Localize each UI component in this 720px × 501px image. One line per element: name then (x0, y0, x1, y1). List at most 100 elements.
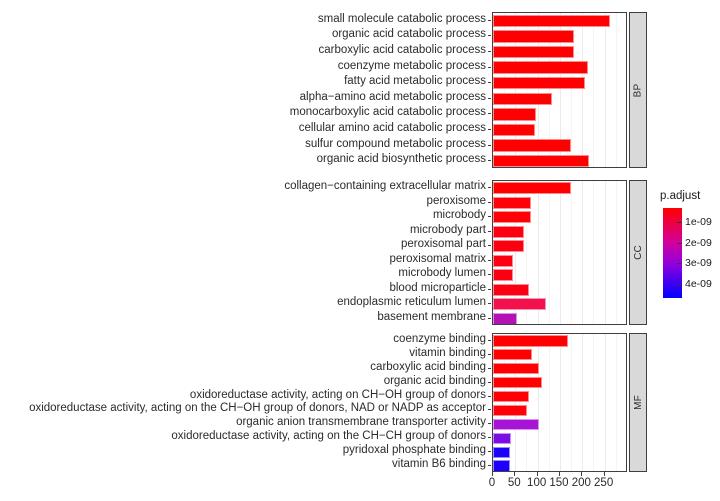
y-axis-tick (488, 381, 491, 383)
bar[interactable] (493, 139, 572, 152)
bar-row (493, 29, 626, 45)
bar[interactable] (493, 240, 525, 253)
bar[interactable] (493, 418, 539, 430)
x-axis-tick (581, 472, 583, 476)
y-axis-category-label: coenzyme metabolic process (337, 59, 486, 72)
facet-panel-mf (492, 333, 627, 472)
y-axis-category-label: cellular amino acid catabolic process (298, 122, 486, 134)
bar[interactable] (493, 30, 575, 43)
facet-panel-cc (492, 180, 627, 325)
y-axis-tick (488, 353, 491, 355)
y-axis-category-label: oxidoreductase activity, acting on the C… (29, 402, 486, 415)
legend-tick-label: 3e-09 (685, 257, 712, 270)
y-axis-tick (488, 367, 491, 369)
y-axis-tick (488, 465, 491, 467)
x-axis-tick-label: 200 (571, 477, 591, 489)
legend-title: p.adjust (660, 190, 701, 202)
bar[interactable] (493, 92, 552, 106)
y-axis-category-label: collagen−containing extracellular matrix (284, 180, 486, 193)
bar-row (493, 459, 626, 471)
x-axis: 0 50 100 150 200 250 (0, 472, 720, 501)
bar[interactable] (493, 446, 510, 458)
x-axis-tick-label: 50 (507, 477, 521, 489)
y-axis-category-label: oxidoreductase activity, acting on the C… (171, 430, 486, 443)
y-axis-category-label: small molecule catabolic process (317, 12, 486, 25)
bar-row (493, 122, 626, 138)
legend-tick-label: 4e-09 (685, 277, 712, 290)
y-axis-category-label: endoplasmic reticulum lumen (337, 296, 486, 309)
bar[interactable] (493, 349, 533, 361)
y-axis-tick (488, 201, 491, 203)
x-axis-tick (558, 472, 560, 476)
legend-tick (677, 283, 682, 285)
bar[interactable] (493, 182, 572, 195)
bar[interactable] (493, 432, 511, 444)
bar[interactable] (493, 45, 575, 59)
y-axis-tick (488, 19, 491, 21)
y-axis-category-label: sulfur compound metabolic process (305, 137, 486, 150)
chart-root: small molecule catabolic process organic … (0, 0, 720, 501)
legend-p-adjust: p.adjust 1e-09 2e-09 3e-09 4e-09 (655, 190, 720, 310)
bar-row (493, 445, 626, 459)
bar[interactable] (493, 196, 531, 209)
legend-tick-label: 2e-09 (685, 236, 712, 249)
bar-series (493, 181, 626, 324)
bar[interactable] (493, 363, 539, 375)
bar[interactable] (493, 312, 518, 324)
bar[interactable] (493, 390, 529, 403)
bar-row (493, 283, 626, 298)
bar-row (493, 390, 626, 404)
bar[interactable] (493, 123, 535, 137)
bar[interactable] (493, 211, 531, 224)
x-axis-tick-label: 150 (549, 477, 569, 489)
bar-row (493, 254, 626, 269)
facet-strip-label: MF (632, 395, 644, 410)
y-axis-category-label: organic acid binding (383, 374, 486, 387)
bar-row (493, 153, 626, 167)
y-axis-tick (488, 51, 491, 52)
facet-strip-mf: MF (629, 333, 647, 472)
bar[interactable] (493, 404, 527, 417)
y-axis-tick (488, 216, 491, 218)
y-axis-tick (488, 259, 491, 261)
bar[interactable] (493, 154, 589, 167)
bar-row (493, 417, 626, 431)
bar-row (493, 268, 626, 283)
bar[interactable] (493, 335, 568, 347)
y-axis-category-label: peroxisomal part (400, 238, 486, 251)
bar[interactable] (493, 76, 585, 90)
y-axis-category-label: microbody (432, 209, 486, 222)
bar[interactable] (493, 269, 514, 282)
bar-row (493, 13, 626, 29)
bar[interactable] (493, 254, 514, 267)
y-axis-tick (488, 395, 491, 397)
bar[interactable] (493, 460, 510, 471)
y-axis-category-label: peroxisomal matrix (389, 252, 487, 265)
bar[interactable] (493, 108, 536, 121)
bar-row (493, 297, 626, 312)
facet-strip-bp: BP (629, 12, 647, 168)
bar-row (493, 107, 626, 123)
y-axis-tick (488, 230, 491, 232)
y-axis-category-label: organic anion transmembrane transporter … (236, 416, 486, 429)
bar[interactable] (493, 225, 524, 238)
y-axis-category-label: alpha−amino acid metabolic process (299, 90, 486, 103)
bar[interactable] (493, 61, 588, 74)
y-axis-category-label: microbody part (409, 223, 486, 236)
y-axis-category-label: vitamin binding (409, 346, 486, 359)
bar[interactable] (493, 283, 529, 296)
y-axis-tick (488, 437, 491, 439)
legend-tick (677, 222, 682, 224)
y-axis-category-label: vitamin B6 binding (392, 458, 486, 471)
bar-row (493, 312, 626, 324)
bar[interactable] (493, 298, 546, 311)
y-axis-category-label: carboxylic acid binding (370, 360, 486, 373)
bar-row (493, 362, 626, 376)
y-axis-tick (488, 274, 491, 276)
bar[interactable] (493, 14, 611, 28)
bar[interactable] (493, 377, 543, 389)
y-axis-tick (488, 303, 491, 305)
y-axis-tick (488, 97, 491, 99)
y-axis-tick (488, 187, 491, 189)
y-axis-tick (488, 245, 491, 247)
